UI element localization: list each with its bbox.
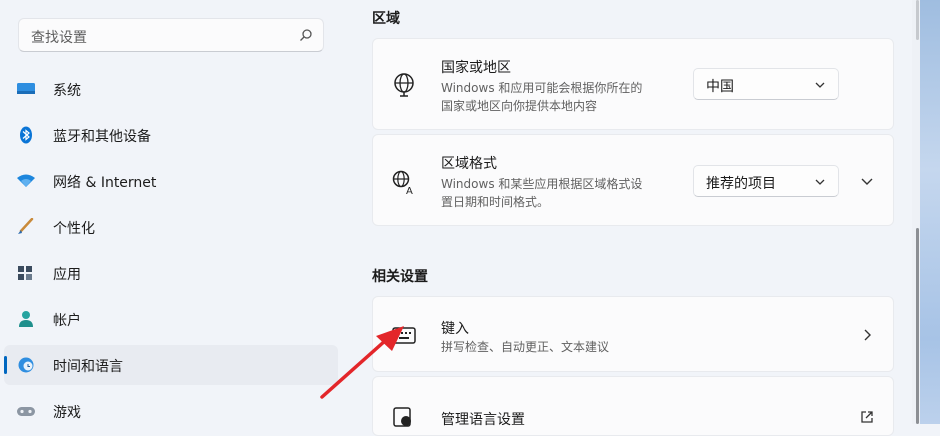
card-title: 区域格式 bbox=[441, 156, 497, 172]
monitor-icon bbox=[17, 83, 35, 94]
sidebar-item-network[interactable]: 网络 & Internet bbox=[4, 161, 338, 201]
sidebar-item-label: 系统 bbox=[53, 83, 81, 99]
admin-language-icon bbox=[393, 407, 411, 427]
country-region-card[interactable]: 国家或地区 Windows 和应用可能会根据你所在的 国家或地区向你提供本地内容… bbox=[372, 38, 894, 130]
person-icon bbox=[19, 311, 33, 327]
sidebar-item-gaming[interactable]: 游戏 bbox=[4, 391, 338, 431]
sidebar: 查找设置 系统 蓝牙和其他设备 网络 & Internet 个性化 应用 帐户 … bbox=[0, 0, 350, 424]
keyboard-icon bbox=[392, 327, 416, 344]
chevron-down-icon bbox=[815, 82, 825, 88]
sidebar-item-accounts[interactable]: 帐户 bbox=[4, 299, 338, 339]
sidebar-item-apps[interactable]: 应用 bbox=[4, 253, 338, 293]
dropdown-value: 中国 bbox=[706, 79, 734, 95]
sidebar-item-system[interactable]: 系统 bbox=[4, 69, 338, 109]
language-admin-card[interactable]: 管理语言设置 bbox=[372, 376, 894, 436]
active-indicator bbox=[4, 356, 7, 374]
sidebar-item-label: 应用 bbox=[53, 267, 81, 283]
sidebar-item-bluetooth[interactable]: 蓝牙和其他设备 bbox=[4, 115, 338, 155]
bluetooth-icon bbox=[20, 126, 32, 144]
sidebar-item-label: 时间和语言 bbox=[53, 359, 123, 375]
card-title: 管理语言设置 bbox=[441, 412, 525, 428]
desktop-wallpaper-edge bbox=[920, 0, 940, 424]
sidebar-item-label: 蓝牙和其他设备 bbox=[53, 129, 151, 145]
country-dropdown[interactable]: 中国 bbox=[693, 68, 839, 100]
sidebar-item-label: 帐户 bbox=[53, 313, 81, 329]
wifi-icon bbox=[17, 174, 35, 187]
globe-icon bbox=[394, 73, 414, 97]
scrollbar-thumb[interactable] bbox=[916, 228, 919, 424]
sidebar-item-label: 网络 & Internet bbox=[53, 175, 157, 191]
apps-icon bbox=[18, 266, 32, 280]
expand-chevron-icon[interactable] bbox=[859, 173, 875, 189]
external-link-icon bbox=[861, 411, 873, 423]
gamepad-icon bbox=[17, 407, 35, 416]
dropdown-value: 推荐的项目 bbox=[706, 176, 776, 192]
scrollbar-track bbox=[916, 0, 919, 40]
sidebar-item-label: 游戏 bbox=[53, 405, 81, 421]
main-content: 区域 国家或地区 Windows 和应用可能会根据你所在的 国家或地区向你提供本… bbox=[372, 0, 894, 436]
regional-format-card[interactable]: A 区域格式 Windows 和某些应用根据区域格式设 置日期和时间格式。 推荐… bbox=[372, 134, 894, 226]
brush-icon bbox=[18, 218, 34, 234]
card-subtitle: 拼写检查、自动更正、文本建议 bbox=[441, 340, 610, 354]
chevron-down-icon bbox=[815, 179, 825, 185]
svg-text:A: A bbox=[406, 186, 413, 195]
search-input[interactable]: 查找设置 bbox=[18, 18, 324, 52]
regional-format-dropdown[interactable]: 推荐的项目 bbox=[693, 165, 839, 197]
section-title-region: 区域 bbox=[372, 11, 400, 27]
card-subtitle: Windows 和应用可能会根据你所在的 国家或地区向你提供本地内容 bbox=[441, 81, 643, 113]
card-title: 键入 bbox=[441, 321, 469, 337]
chevron-right-icon bbox=[864, 329, 871, 341]
section-title-related: 相关设置 bbox=[372, 269, 428, 285]
sidebar-item-time-language[interactable]: 时间和语言 bbox=[4, 345, 338, 385]
globe-clock-icon bbox=[18, 357, 34, 373]
card-subtitle: Windows 和某些应用根据区域格式设 置日期和时间格式。 bbox=[441, 177, 643, 209]
search-icon[interactable] bbox=[299, 28, 313, 42]
card-title: 国家或地区 bbox=[441, 60, 511, 76]
regional-format-icon: A bbox=[392, 170, 413, 195]
sidebar-item-personalization[interactable]: 个性化 bbox=[4, 207, 338, 247]
sidebar-item-label: 个性化 bbox=[53, 221, 95, 237]
typing-card[interactable]: 键入 拼写检查、自动更正、文本建议 bbox=[372, 296, 894, 372]
search-placeholder: 查找设置 bbox=[31, 30, 87, 46]
